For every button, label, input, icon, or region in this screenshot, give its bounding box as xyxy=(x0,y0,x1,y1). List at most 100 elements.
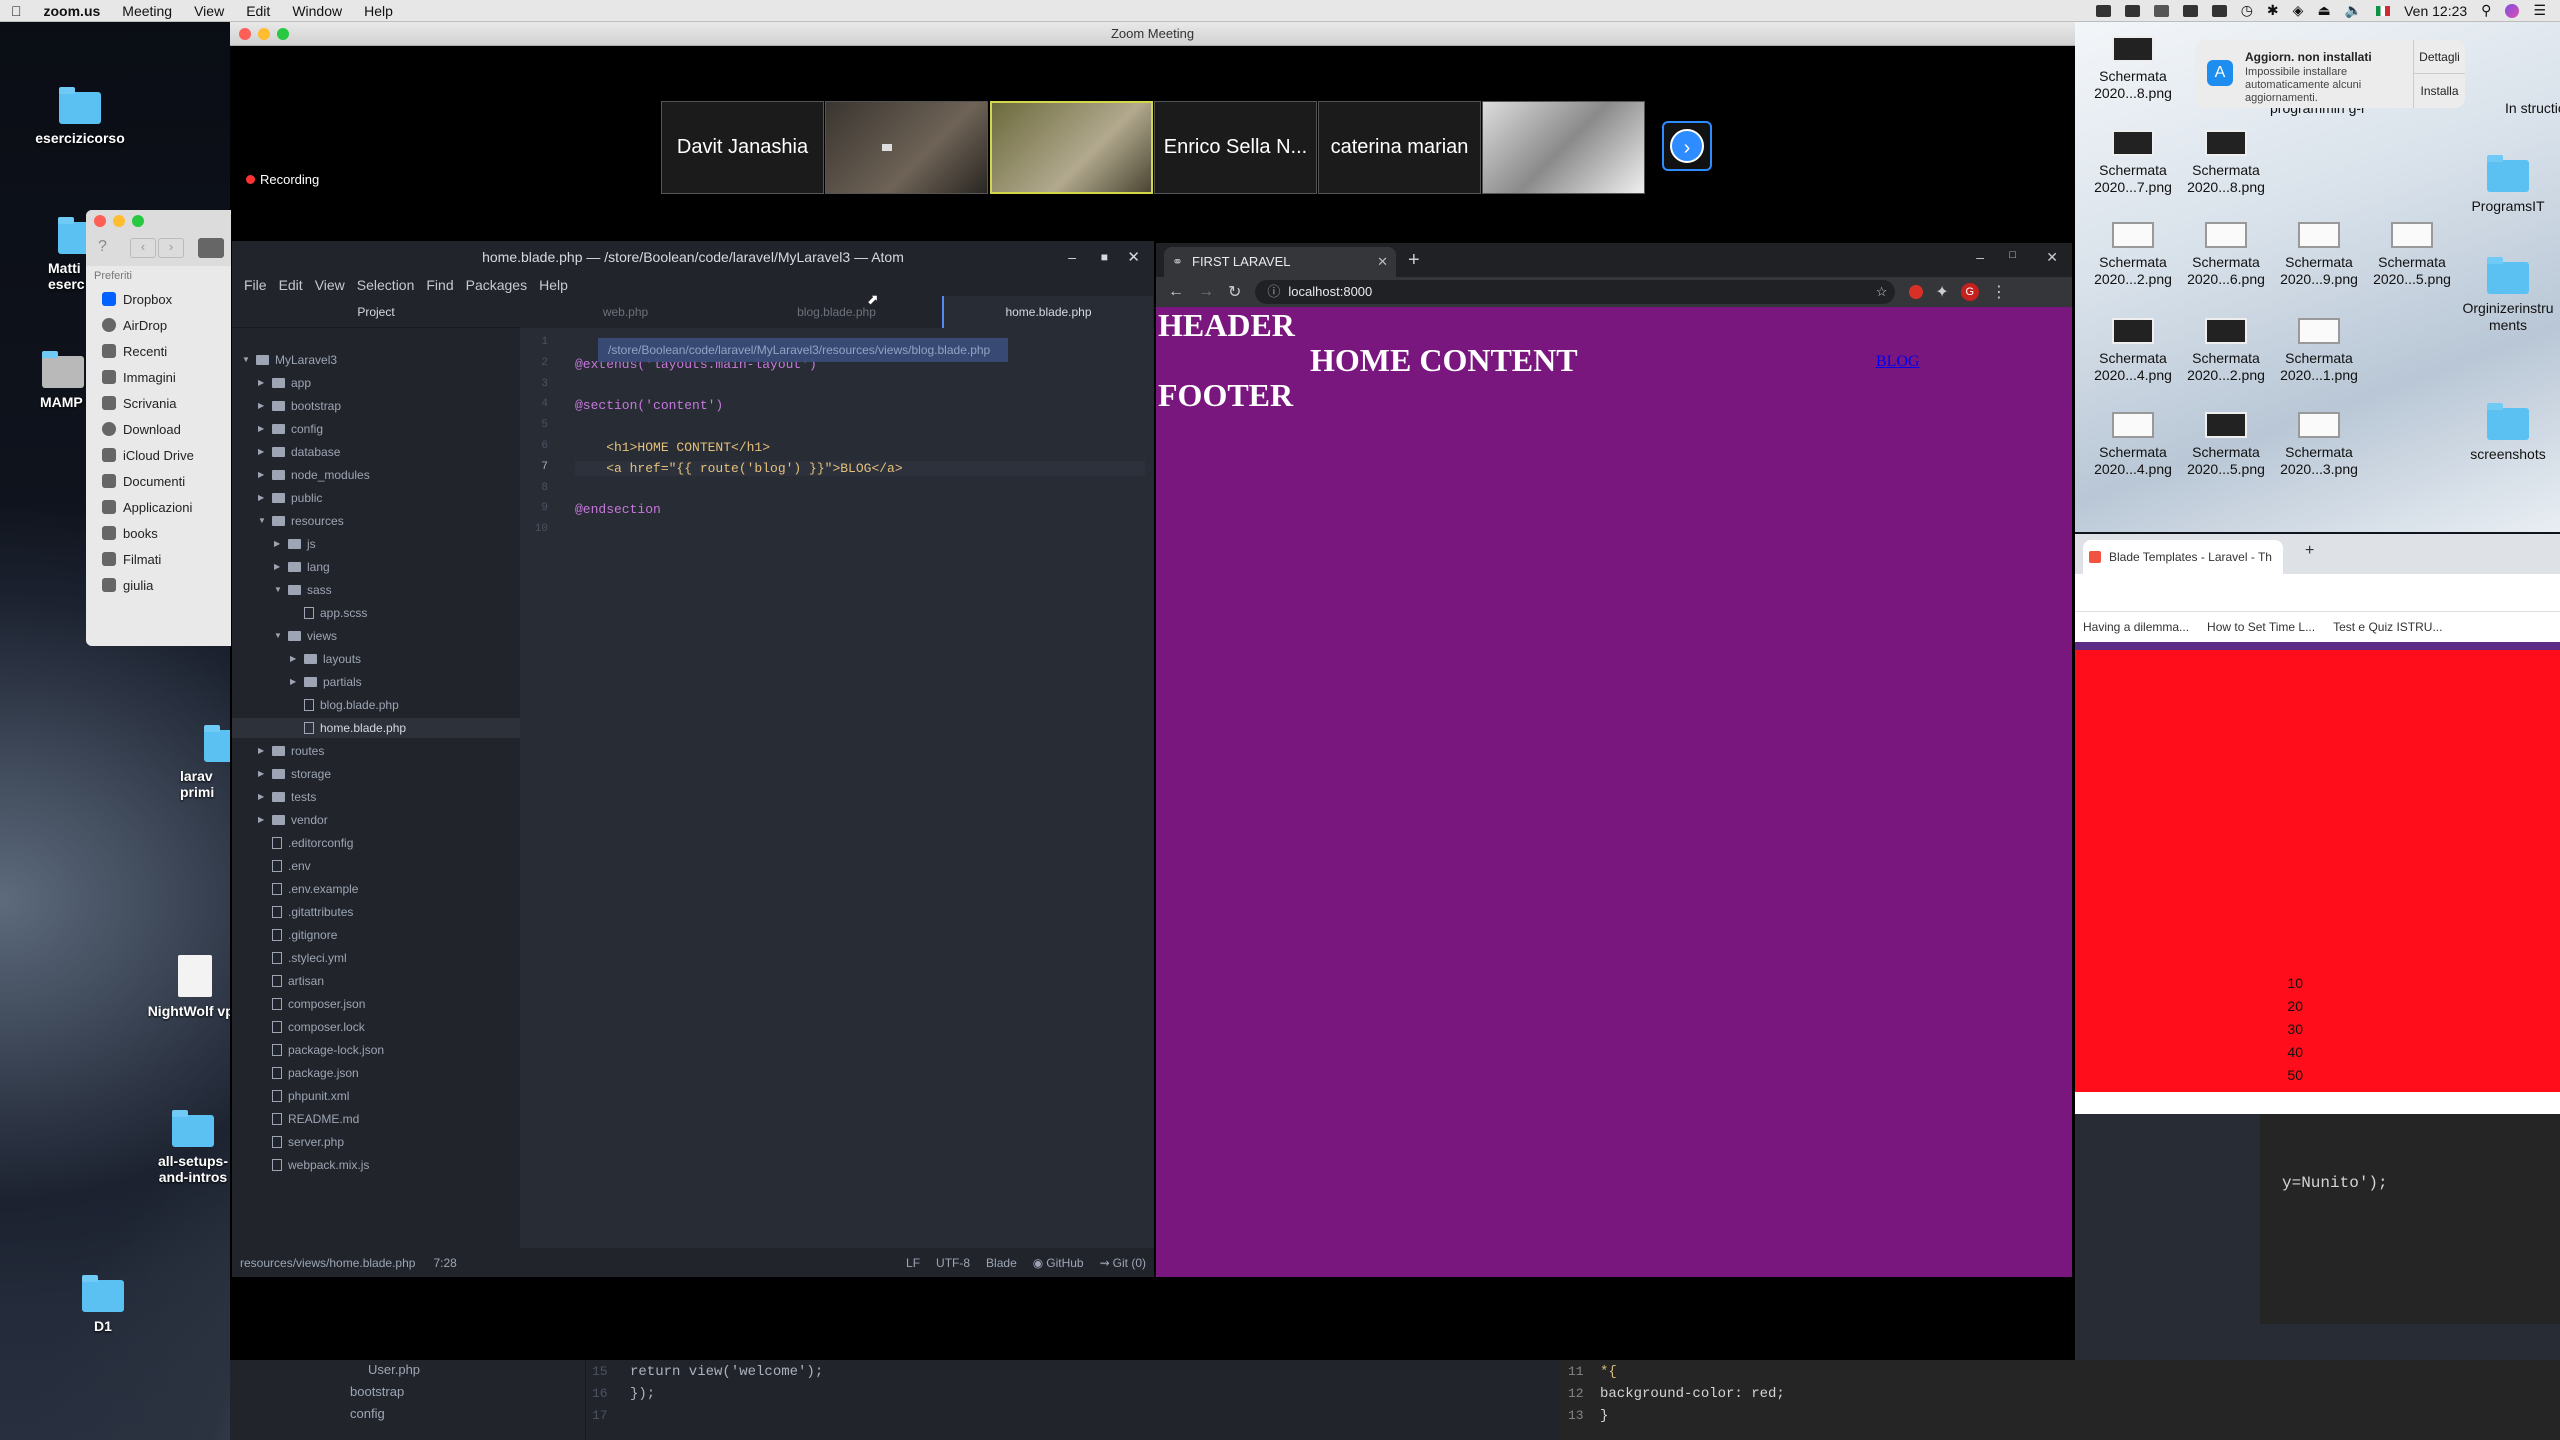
menu-help[interactable]: Help xyxy=(533,277,574,293)
menu-dots-icon[interactable]: ⋮ xyxy=(1991,282,2007,302)
code-editor[interactable]: 1 2 @extends('layouts.main-layout') 3 4 @sect… xyxy=(520,328,1154,1248)
tree-folder[interactable]: ▶ lang xyxy=(274,557,330,577)
tree-folder[interactable]: ▶ app xyxy=(258,373,311,393)
tree-file[interactable]: .env xyxy=(258,856,311,876)
chrome-tab-first-laravel[interactable]: ⚭ FIRST LARAVEL ✕ xyxy=(1164,247,1396,277)
status-grammar[interactable]: Blade xyxy=(986,1256,1017,1270)
finder-item-filmati[interactable]: Filmati xyxy=(86,546,231,572)
close-icon[interactable]: ✕ xyxy=(1127,241,1140,274)
participant-tile[interactable] xyxy=(1482,101,1645,194)
desktop-thumb[interactable]: Schermata 2020...3.png xyxy=(2271,412,2367,478)
desktop-folder-programsit[interactable]: ProgramsIT xyxy=(2458,155,2558,215)
menu-edit[interactable]: Edit xyxy=(273,277,309,293)
tree-file[interactable]: server.php xyxy=(258,1132,344,1152)
minimize-icon[interactable]: – xyxy=(1068,241,1076,274)
status-line-ending[interactable]: LF xyxy=(906,1256,920,1270)
menu-packages[interactable]: Packages xyxy=(460,277,533,293)
finder-item-books[interactable]: books xyxy=(86,520,231,546)
desktop-thumb[interactable]: Schermata 2020...7.png xyxy=(2085,130,2181,196)
menu-app-name[interactable]: zoom.us xyxy=(33,3,112,19)
tree-folder[interactable]: ▶ public xyxy=(258,488,322,508)
tree-file[interactable]: webpack.mix.js xyxy=(258,1155,369,1175)
desktop-folder-laravel[interactable]: larav primi xyxy=(170,725,246,800)
update-notification[interactable]: A Aggiorn. non installati Impossibile in… xyxy=(2195,40,2465,108)
next-participants-button[interactable]: › xyxy=(1662,121,1712,171)
eject-icon[interactable]: ⏏ xyxy=(2317,2,2330,19)
tree-folder[interactable]: ▶ routes xyxy=(258,741,324,761)
notification-details-button[interactable]: Dettagli xyxy=(2413,40,2465,74)
forward-icon[interactable]: → xyxy=(1198,283,1214,301)
zoom-window-icon[interactable] xyxy=(132,215,144,227)
tree-file[interactable]: composer.lock xyxy=(258,1017,365,1037)
desktop-folder-orginizer[interactable]: Orginizerinstruments xyxy=(2458,257,2558,334)
tree-folder[interactable]: ▶ storage xyxy=(258,764,331,784)
menu-file[interactable]: File xyxy=(238,277,273,293)
code-line[interactable]: <a href="{{ route('blog') }}">BLOG</a> xyxy=(575,460,1145,476)
close-tab-icon[interactable]: ✕ xyxy=(1377,247,1388,277)
address-bar[interactable]: ⓘ localhost:8000 ☆ xyxy=(1255,280,1896,304)
desktop-thumb[interactable]: Schermata 2020...8.png xyxy=(2178,130,2274,196)
siri-icon[interactable] xyxy=(2505,3,2520,18)
clock[interactable]: Ven 12:23 xyxy=(2404,3,2467,19)
minimize-icon[interactable] xyxy=(258,28,270,40)
help-icon[interactable]: ? xyxy=(98,238,107,256)
finder-item-dropbox[interactable]: Dropbox xyxy=(86,286,231,312)
tree-file[interactable]: package.json xyxy=(258,1063,359,1083)
menu-view[interactable]: View xyxy=(183,3,235,19)
dropbox-icon[interactable] xyxy=(2153,4,2169,17)
status-file-path[interactable]: resources/views/home.blade.php xyxy=(240,1256,415,1270)
tree-folder[interactable]: ▶ database xyxy=(258,442,340,462)
tree-folder[interactable]: ▶ js xyxy=(274,534,316,554)
apple-icon[interactable]:  xyxy=(0,3,33,19)
close-icon[interactable] xyxy=(94,215,106,227)
reload-icon[interactable]: ↻ xyxy=(1228,282,1241,302)
code-line[interactable]: <h1>HOME CONTENT</h1> xyxy=(575,440,770,455)
bookmark-star-icon[interactable]: ☆ xyxy=(1876,280,1888,304)
participant-tile[interactable]: Davit Janashia xyxy=(661,101,824,194)
forward-icon[interactable]: › xyxy=(158,238,184,258)
menu-meeting[interactable]: Meeting xyxy=(111,3,183,19)
zoom-titlebar[interactable]: Zoom Meeting xyxy=(230,22,2075,46)
zoom-window-icon[interactable] xyxy=(277,28,289,40)
tab-home-blade[interactable]: home.blade.php xyxy=(942,296,1153,328)
bookmark-item[interactable]: Having a dilemma... xyxy=(2083,620,2189,634)
bookmark-item[interactable]: Test e Quiz ISTRU... xyxy=(2333,620,2442,634)
tree-folder[interactable]: ▼ MyLaravel3 xyxy=(242,350,337,370)
desktop-thumb[interactable]: Schermata 2020...4.png xyxy=(2085,318,2181,384)
status-icon[interactable] xyxy=(2211,4,2227,17)
puzzle-icon[interactable]: ✦ xyxy=(1935,282,1948,302)
menu-selection[interactable]: Selection xyxy=(351,277,421,293)
menu-help[interactable]: Help xyxy=(353,3,404,19)
menu-edit[interactable]: Edit xyxy=(235,3,281,19)
tree-folder[interactable]: ▶ node_modules xyxy=(258,465,370,485)
desktop-thumb[interactable]: Schermata 2020...8.png xyxy=(2085,36,2181,102)
desktop-folder-d1[interactable]: D1 xyxy=(48,1275,158,1334)
tree-file[interactable]: .env.example xyxy=(258,879,358,899)
status-encoding[interactable]: UTF-8 xyxy=(936,1256,970,1270)
maximize-icon[interactable]: ■ xyxy=(1101,241,1108,274)
maximize-icon[interactable]: □ xyxy=(2009,249,2016,261)
notification-install-button[interactable]: Installa xyxy=(2413,74,2465,108)
desktop-thumb[interactable]: Schermata 2020...5.png xyxy=(2178,412,2274,478)
participant-tile-active[interactable] xyxy=(990,101,1153,194)
tree-folder[interactable]: ▶ vendor xyxy=(258,810,328,830)
tree-file[interactable]: app.scss xyxy=(290,603,367,623)
menu-view[interactable]: View xyxy=(309,277,351,293)
profile-avatar[interactable]: G xyxy=(1960,283,1979,301)
desktop-folder-mamp[interactable]: MAMP xyxy=(20,351,90,410)
notification-center-icon[interactable]: ☰ xyxy=(2533,2,2546,19)
tree-folder[interactable]: ▶ layouts xyxy=(290,649,361,669)
view-grid-icon[interactable] xyxy=(198,238,224,258)
menu-window[interactable]: Window xyxy=(281,3,353,19)
desktop-thumb[interactable]: Schermata 2020...2.png xyxy=(2178,318,2274,384)
tree-folder[interactable]: ▼ resources xyxy=(258,511,344,531)
tree-file[interactable]: .editorconfig xyxy=(258,833,353,853)
tree-file[interactable]: package-lock.json xyxy=(258,1040,384,1060)
time-machine-icon[interactable]: ◷ xyxy=(2241,2,2253,19)
tree-file[interactable]: .styleci.yml xyxy=(258,948,347,968)
finder-item-scrivania[interactable]: Scrivania xyxy=(86,390,231,416)
tree-file[interactable]: README.md xyxy=(258,1109,359,1129)
tree-folder[interactable]: ▶ partials xyxy=(290,672,362,692)
back-icon[interactable]: ‹ xyxy=(130,238,156,258)
tree-file[interactable]: composer.json xyxy=(258,994,365,1014)
